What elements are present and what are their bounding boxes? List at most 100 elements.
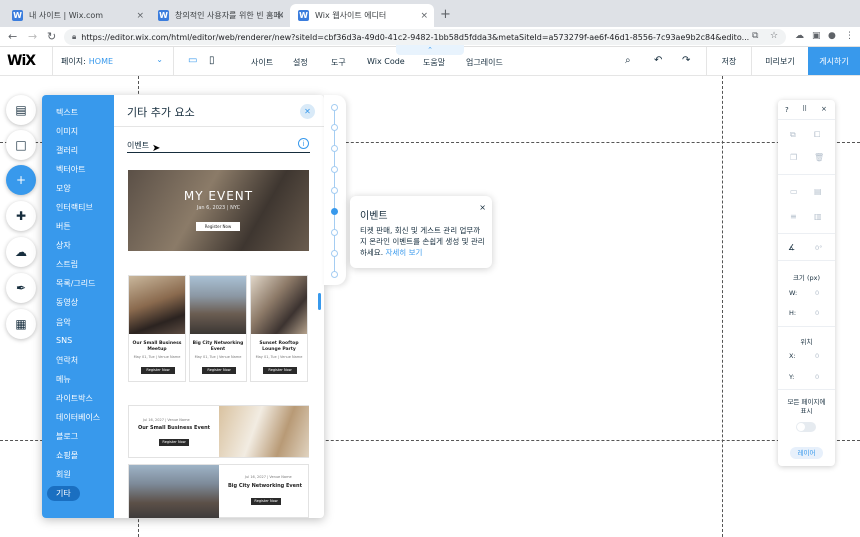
close-icon[interactable]: × (821, 105, 827, 113)
category-item[interactable]: 갤러리 (56, 145, 78, 156)
navigator-dot[interactable] (331, 250, 338, 257)
close-icon[interactable]: × (479, 203, 486, 212)
navigator-dot[interactable] (331, 145, 338, 152)
y-field[interactable]: 0 (815, 373, 819, 381)
extension-icon[interactable]: ▣ (812, 31, 821, 41)
browser-tab[interactable]: W 창의적인 사용자를 위한 빈 홈페이지 × (150, 4, 290, 27)
page-selector[interactable]: 페이지: HOME ⌄ (52, 47, 174, 75)
category-item[interactable]: SNS (56, 336, 72, 345)
category-item[interactable]: 메뉴 (56, 374, 71, 385)
bookings-button[interactable]: ▦ (6, 309, 36, 339)
category-item[interactable]: 스트립 (56, 259, 78, 270)
upload-button[interactable]: ☁ (6, 237, 36, 267)
help-icon[interactable]: ? (785, 106, 789, 114)
category-item-selected[interactable]: 기타 (47, 486, 80, 501)
angle-value[interactable]: 0° (815, 244, 822, 252)
event-preset-hero[interactable]: MY EVENT Jan 6, 2023 | NYC Register Now (128, 170, 309, 251)
rotate-icon[interactable]: ∡ (788, 243, 795, 252)
blog-button[interactable]: ✒ (6, 273, 36, 303)
zoom-icon[interactable]: ⌕ (625, 55, 631, 66)
category-item[interactable]: 이미지 (56, 126, 78, 137)
distribute-icon[interactable]: ≡ (790, 212, 797, 221)
category-item[interactable]: 인터랙티브 (56, 202, 93, 213)
navigator-dot[interactable] (331, 229, 338, 236)
category-item[interactable]: 버튼 (56, 221, 71, 232)
show-all-pages-toggle[interactable] (796, 422, 816, 432)
align-icon[interactable]: ▤ (814, 187, 822, 196)
width-field[interactable]: 0 (815, 289, 819, 297)
match-size-icon[interactable]: ▥ (814, 212, 822, 221)
duplicate-icon[interactable]: ❐ (790, 153, 797, 162)
menu-tools[interactable]: 도구 (331, 57, 346, 68)
category-item[interactable]: 연락처 (56, 355, 78, 366)
collapse-bar-icon[interactable]: ⌃ (396, 45, 464, 55)
arrange-icon[interactable]: ▭ (790, 187, 798, 196)
forward-icon[interactable]: → (28, 30, 37, 43)
copy-icon[interactable]: ⧉ (790, 130, 796, 140)
category-item[interactable]: 블로그 (56, 431, 78, 442)
learn-more-link[interactable]: 자세히 보기 (385, 248, 422, 257)
star-icon[interactable]: ☆ (770, 31, 778, 41)
browser-tab[interactable]: W 내 사이트 | Wix.com × (4, 4, 150, 27)
back-icon[interactable]: ← (8, 30, 17, 43)
background-button[interactable]: □ (6, 130, 36, 160)
undo-icon[interactable]: ↶ (654, 55, 662, 66)
publish-button[interactable]: 게시하기 (808, 47, 860, 75)
browser-tab-active[interactable]: W Wix 웹사이트 에디터 × (290, 4, 434, 27)
panel-scrollbar[interactable] (318, 293, 321, 310)
delete-icon[interactable]: 🗑︎ (814, 153, 824, 162)
info-icon[interactable]: i (298, 138, 309, 149)
event-preset-row[interactable]: Jul 16, 2027 | Venue Name Big City Netwo… (128, 464, 309, 518)
save-button[interactable]: 저장 (706, 47, 751, 75)
reload-icon[interactable]: ↻ (47, 30, 56, 43)
navigator-dot[interactable] (331, 104, 338, 111)
menu-help[interactable]: 도움말 (423, 57, 445, 68)
close-icon[interactable]: × (420, 11, 428, 21)
profile-icon[interactable]: ● (828, 31, 836, 41)
close-icon[interactable]: × (136, 11, 144, 21)
category-item[interactable]: 벡터아트 (56, 164, 85, 175)
layers-button[interactable]: 레이어 (790, 447, 823, 459)
height-field[interactable]: 0 (815, 309, 819, 317)
add-button[interactable]: + (6, 165, 36, 195)
event-preset-card[interactable]: Sunset Rooftop Lounge Party May 01, Tue … (250, 275, 308, 382)
menus-pages-button[interactable]: ▤ (6, 95, 36, 125)
mobile-icon[interactable]: ▯ (209, 55, 215, 66)
menu-wix-code[interactable]: Wix Code (367, 57, 405, 66)
translate-icon[interactable]: ⧉ (752, 31, 758, 41)
wix-logo[interactable]: WiX (7, 53, 36, 69)
url-input[interactable]: 🔒︎ https://editor.wix.com/html/editor/we… (64, 29, 786, 45)
close-icon[interactable]: ✕ (300, 104, 315, 119)
category-item[interactable]: 라이트박스 (56, 393, 93, 404)
menu-upgrade[interactable]: 업그레이드 (466, 57, 503, 68)
new-tab-icon[interactable]: + (440, 7, 451, 22)
menu-icon[interactable]: ⋮ (845, 31, 854, 41)
navigator-dot[interactable] (331, 271, 338, 278)
category-item[interactable]: 음악 (56, 317, 71, 328)
drag-handle-icon[interactable]: ⠿ (802, 105, 807, 113)
x-field[interactable]: 0 (815, 352, 819, 360)
category-item[interactable]: 데이터베이스 (56, 412, 100, 423)
desktop-icon[interactable]: ▭ (188, 55, 197, 66)
navigator-dot[interactable] (331, 124, 338, 131)
paste-icon[interactable]: ⧠ (814, 130, 820, 140)
menu-settings[interactable]: 설정 (293, 57, 308, 68)
event-preset-card[interactable]: Big City Networking Event May 01, Tue | … (189, 275, 247, 382)
category-item[interactable]: 텍스트 (56, 107, 78, 118)
preview-button[interactable]: 미리보기 (751, 47, 808, 75)
menu-site[interactable]: 사이트 (251, 57, 273, 68)
category-item[interactable]: 상자 (56, 240, 71, 251)
event-preset-card[interactable]: Our Small Business Meetup May 01, Tue | … (128, 275, 186, 382)
apps-button[interactable]: ✚ (6, 201, 36, 231)
navigator-dot[interactable] (331, 166, 338, 173)
extension-icon[interactable]: ☁ (795, 31, 804, 41)
event-preset-row[interactable]: Jul 16, 2027 | Venue Name Our Small Busi… (128, 405, 309, 458)
navigator-dot-active[interactable] (331, 208, 338, 215)
category-item[interactable]: 목록/그리드 (56, 278, 96, 289)
close-icon[interactable]: × (276, 11, 284, 21)
category-item[interactable]: 동영상 (56, 297, 78, 308)
category-item[interactable]: 모양 (56, 183, 71, 194)
navigator-dot[interactable] (331, 187, 338, 194)
category-item[interactable]: 회원 (56, 469, 71, 480)
redo-icon[interactable]: ↷ (682, 55, 690, 66)
